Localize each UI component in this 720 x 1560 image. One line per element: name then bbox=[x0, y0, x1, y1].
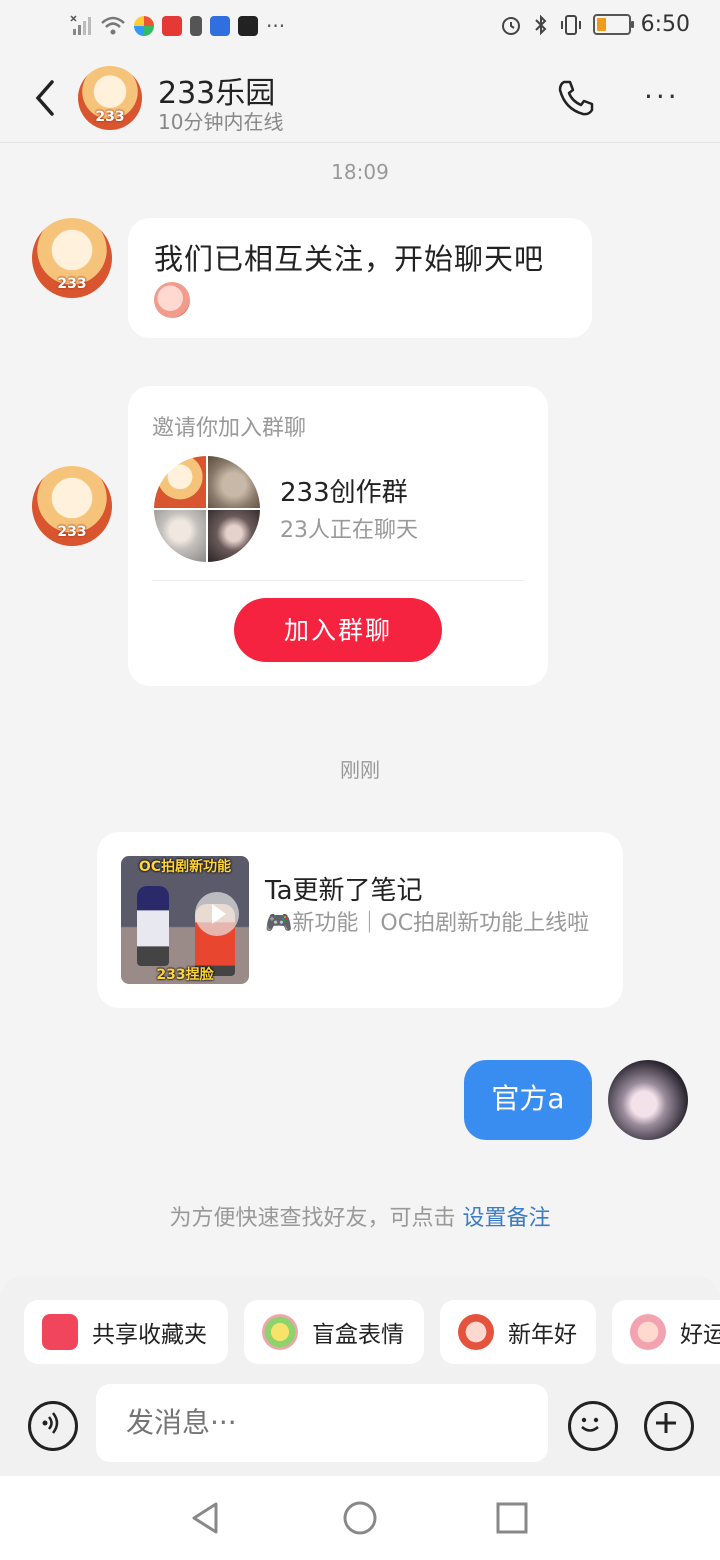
note-update-card[interactable]: OC拍剧新功能 233捏脸 Ta更新了笔记 🎮新功能｜OC拍剧新功能上线啦 bbox=[97, 832, 623, 1008]
more-actions-button[interactable] bbox=[644, 1401, 694, 1451]
vibrate-icon bbox=[560, 14, 581, 35]
group-member-count: 23人正在聊天 bbox=[280, 518, 418, 543]
note-title: Ta更新了笔记 bbox=[265, 876, 423, 906]
chat-header: 233乐园 10分钟内在线 ··· bbox=[0, 56, 720, 143]
back-arrow-icon[interactable] bbox=[30, 78, 64, 118]
folder-star-icon bbox=[42, 1314, 78, 1350]
system-navigation-bar bbox=[0, 1476, 720, 1560]
group-invite-card[interactable]: 邀请你加入群聊 233创作群 23人正在聊天 加入群聊 bbox=[128, 386, 548, 686]
thumbnail-caption-bottom: 233捏脸 bbox=[156, 967, 214, 983]
bluetooth-icon bbox=[534, 14, 547, 35]
my-avatar[interactable] bbox=[608, 1060, 688, 1140]
plus-icon bbox=[656, 1413, 676, 1433]
app-icon-2 bbox=[162, 16, 182, 36]
group-avatar bbox=[154, 456, 260, 562]
more-options-button[interactable]: ··· bbox=[644, 83, 680, 111]
welcome-message-bubble: 我们已相互关注，开始聊天吧 bbox=[128, 218, 592, 338]
nav-back-icon[interactable] bbox=[186, 1498, 226, 1538]
smiley-icon bbox=[581, 1417, 599, 1432]
contact-avatar[interactable] bbox=[78, 66, 142, 130]
quick-action-label: 盲盒表情 bbox=[312, 1322, 404, 1348]
status-left-icons: ··· bbox=[70, 14, 285, 38]
sender-avatar[interactable] bbox=[32, 466, 112, 546]
wifi-icon bbox=[101, 16, 125, 35]
nav-recents-icon[interactable] bbox=[494, 1500, 530, 1536]
character-figure bbox=[137, 886, 169, 966]
note-thumbnail: OC拍剧新功能 233捏脸 bbox=[121, 856, 249, 984]
more-status-indicator: ··· bbox=[266, 14, 286, 38]
join-group-button[interactable]: 加入群聊 bbox=[234, 598, 442, 662]
app-icon-3 bbox=[190, 16, 202, 36]
good-luck-icon bbox=[630, 1314, 666, 1350]
welcome-message-text: 我们已相互关注，开始聊天吧 bbox=[154, 242, 545, 276]
quick-action-label: 新年好 bbox=[508, 1322, 577, 1348]
status-time: 6:50 bbox=[640, 12, 690, 37]
quick-action-good-luck[interactable]: 好运 bbox=[612, 1300, 720, 1364]
phone-call-icon[interactable] bbox=[556, 78, 596, 118]
quick-action-label: 好运 bbox=[680, 1322, 720, 1348]
emoji-button[interactable] bbox=[568, 1401, 618, 1451]
quick-action-label: 共享收藏夹 bbox=[92, 1322, 207, 1348]
remark-hint: 为方便快速查找好友，可点击 设置备注 bbox=[0, 1200, 720, 1232]
quick-action-blind-box[interactable]: 盲盒表情 bbox=[244, 1300, 424, 1364]
sender-avatar[interactable] bbox=[32, 218, 112, 298]
set-remark-link[interactable]: 设置备注 bbox=[462, 1206, 550, 1231]
message-timestamp: 刚刚 bbox=[340, 758, 380, 782]
status-right-icons: 6:50 bbox=[499, 12, 690, 37]
note-description: 🎮新功能｜OC拍剧新功能上线啦 bbox=[265, 911, 590, 936]
peach-emoji-icon bbox=[154, 282, 190, 318]
app-icon-5 bbox=[238, 16, 258, 36]
quick-action-new-year[interactable]: 新年好 bbox=[440, 1300, 596, 1364]
quick-action-shared-favorites[interactable]: 共享收藏夹 bbox=[24, 1300, 228, 1364]
group-name: 233创作群 bbox=[280, 478, 408, 508]
divider bbox=[152, 580, 524, 581]
online-status: 10分钟内在线 bbox=[158, 110, 284, 134]
voice-icon bbox=[42, 1412, 59, 1434]
my-message-bubble: 官方a bbox=[464, 1060, 592, 1140]
message-input[interactable] bbox=[96, 1384, 548, 1462]
play-icon bbox=[195, 892, 239, 936]
blind-box-icon bbox=[262, 1314, 298, 1350]
app-icon-1 bbox=[134, 16, 154, 36]
alarm-icon bbox=[501, 16, 520, 35]
battery-icon bbox=[592, 14, 634, 35]
signal-off-icon bbox=[70, 15, 91, 35]
voice-input-button[interactable] bbox=[28, 1401, 78, 1451]
nav-home-icon[interactable] bbox=[340, 1498, 380, 1538]
app-icon-4 bbox=[210, 16, 230, 36]
new-year-icon bbox=[458, 1314, 494, 1350]
remark-hint-text: 为方便快速查找好友，可点击 bbox=[169, 1206, 463, 1231]
thumbnail-caption-top: OC拍剧新功能 bbox=[138, 859, 232, 875]
message-timestamp: 18:09 bbox=[331, 160, 389, 184]
invite-title: 邀请你加入群聊 bbox=[152, 416, 307, 441]
status-bar: ··· 6:50 bbox=[0, 0, 720, 56]
